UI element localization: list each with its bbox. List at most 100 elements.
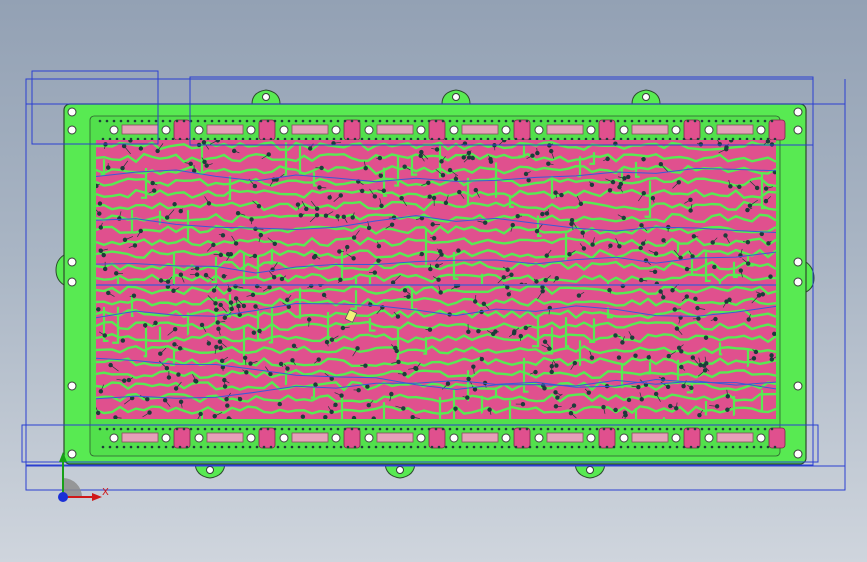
- pad-via: [700, 427, 704, 431]
- pad: [206, 124, 244, 135]
- pad-via: [322, 427, 326, 431]
- pad: [461, 124, 499, 135]
- pad-via: [420, 119, 424, 123]
- pad-via: [686, 119, 690, 123]
- pad-via: [759, 137, 763, 141]
- pad-via: [525, 427, 529, 431]
- pad-via: [434, 119, 438, 123]
- pad-via: [630, 427, 634, 431]
- pad-via: [399, 119, 403, 123]
- pad-via: [717, 445, 721, 449]
- pad-hole: [109, 433, 119, 443]
- pad-via: [759, 445, 763, 449]
- pad-via: [549, 445, 553, 449]
- pad-via: [441, 119, 445, 123]
- pad-via: [241, 445, 245, 449]
- pad-hole: [534, 125, 544, 135]
- pad-hole: [756, 125, 766, 135]
- via: [327, 195, 332, 200]
- pad-via: [752, 445, 756, 449]
- pad-via: [234, 137, 238, 141]
- pad-via: [140, 119, 144, 123]
- pad-via: [647, 445, 651, 449]
- via: [257, 328, 262, 334]
- pad-via: [773, 445, 777, 449]
- pad-via: [168, 119, 172, 123]
- via: [434, 263, 440, 269]
- pad-via: [581, 119, 585, 123]
- pad-via: [486, 137, 490, 141]
- pad-via: [654, 445, 658, 449]
- pad-via: [164, 445, 168, 449]
- pad-via: [504, 427, 508, 431]
- pad-via: [420, 427, 424, 431]
- pad-via: [192, 445, 196, 449]
- pad-via: [721, 119, 725, 123]
- pad-via: [287, 427, 291, 431]
- channel: [494, 162, 498, 198]
- pad-via: [308, 427, 312, 431]
- pad-via: [539, 427, 543, 431]
- pad-via: [665, 427, 669, 431]
- pad-via: [413, 427, 417, 431]
- pad-via: [658, 119, 662, 123]
- pad-via: [549, 137, 553, 141]
- pad-via: [115, 137, 119, 141]
- pad: [376, 124, 414, 135]
- pad-hole: [501, 125, 511, 135]
- pad-via: [584, 137, 588, 141]
- pad-via: [371, 427, 375, 431]
- pad-block: [768, 119, 786, 141]
- pad-via: [140, 427, 144, 431]
- pad-via: [213, 137, 217, 141]
- pad-via: [710, 137, 714, 141]
- pad: [206, 432, 244, 443]
- pad-via: [234, 445, 238, 449]
- pad-via: [217, 119, 221, 123]
- pad-via: [381, 445, 385, 449]
- pad-via: [395, 137, 399, 141]
- pad-via: [766, 445, 770, 449]
- pad-via: [528, 445, 532, 449]
- pad-hole: [279, 125, 289, 135]
- cad-viewport[interactable]: X: [0, 0, 867, 562]
- pad-via: [182, 119, 186, 123]
- pad-via: [388, 445, 392, 449]
- pad-via: [255, 137, 259, 141]
- pad-via: [392, 427, 396, 431]
- pad: [631, 124, 669, 135]
- pad-via: [409, 137, 413, 141]
- pad-via: [322, 119, 326, 123]
- pad-hole: [246, 125, 256, 135]
- pad-via: [479, 445, 483, 449]
- pad-via: [462, 427, 466, 431]
- pad-via: [105, 427, 109, 431]
- pad-via: [675, 445, 679, 449]
- pad-via: [672, 119, 676, 123]
- pad-via: [665, 119, 669, 123]
- pad-via: [175, 119, 179, 123]
- pad-via: [724, 137, 728, 141]
- model-canvas[interactable]: [0, 0, 867, 562]
- pad-via: [231, 427, 235, 431]
- pad-via: [105, 119, 109, 123]
- via: [298, 213, 304, 218]
- pad-via: [560, 119, 564, 123]
- pad-via: [577, 445, 581, 449]
- pad-via: [476, 427, 480, 431]
- via: [607, 287, 612, 293]
- pad-via: [532, 119, 536, 123]
- pad-via: [150, 137, 154, 141]
- pad-via: [119, 427, 123, 431]
- pad: [376, 432, 414, 443]
- pad-via: [269, 137, 273, 141]
- pad-via: [178, 137, 182, 141]
- channel: [130, 210, 134, 232]
- pad-via: [301, 427, 305, 431]
- pad-via: [511, 427, 515, 431]
- pad-via: [570, 137, 574, 141]
- left-tab: [55, 254, 65, 286]
- pad-via: [640, 137, 644, 141]
- pad-via: [728, 427, 732, 431]
- pad-via: [535, 445, 539, 449]
